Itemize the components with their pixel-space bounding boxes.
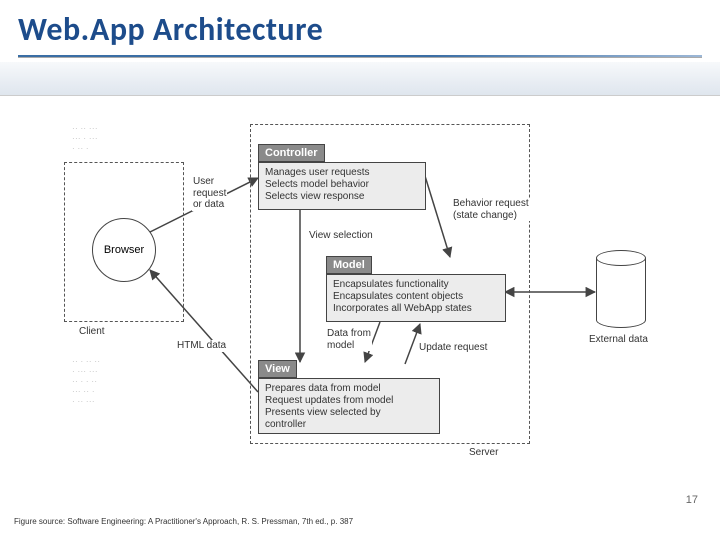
ghost-text-tl: ·· ·· ······ · ···· ·· · (72, 124, 152, 154)
external-data-label: External data (588, 334, 649, 346)
slide-title: Web.App Architecture (18, 10, 702, 49)
view-line3: Presents view selected by (265, 407, 433, 419)
view-line2: Request updates from model (265, 395, 433, 407)
model-title: Model (326, 256, 372, 274)
ghost-text-bl: ·· · ·· ··· ··· ····· · · ····· ·· ·· ··… (72, 357, 162, 407)
server-label: Server (468, 447, 499, 459)
external-data-cylinder (596, 258, 646, 328)
view-box: Prepares data from model Request updates… (258, 378, 440, 434)
architecture-diagram: ·· ·· ······ · ···· ·· · ·· · ·· ··· ···… (0, 102, 720, 482)
controller-line1: Manages user requests (265, 167, 419, 179)
view-title: View (258, 360, 297, 378)
arrow-label-user-request: User request or data (192, 176, 227, 211)
source-footer: Figure source: Software Engineering: A P… (14, 517, 353, 526)
model-box: Encapsulates functionality Encapsulates … (326, 274, 506, 322)
controller-line3: Selects view response (265, 191, 419, 203)
arrow-label-data-from-model: Data from model (326, 328, 372, 351)
arrow-label-view-selection: View selection (308, 230, 374, 242)
controller-box: Manages user requests Selects model beha… (258, 162, 426, 210)
client-label: Client (78, 326, 106, 338)
arrow-label-behavior-request: Behavior request (state change) (452, 198, 530, 221)
model-line2: Encapsulates content objects (333, 291, 499, 303)
browser-label: Browser (104, 244, 144, 256)
model-line1: Encapsulates functionality (333, 279, 499, 291)
browser-node: Browser (92, 218, 156, 282)
title-underline (18, 55, 702, 58)
arrow-label-update-request: Update request (418, 342, 488, 354)
page-number: 17 (686, 494, 698, 506)
controller-line2: Selects model behavior (265, 179, 419, 191)
arrow-label-html-data: HTML data (176, 340, 227, 352)
controller-title: Controller (258, 144, 325, 162)
view-line4: controller (265, 419, 433, 431)
model-line3: Incorporates all WebApp states (333, 303, 499, 315)
header-band (0, 62, 720, 96)
view-line1: Prepares data from model (265, 383, 433, 395)
